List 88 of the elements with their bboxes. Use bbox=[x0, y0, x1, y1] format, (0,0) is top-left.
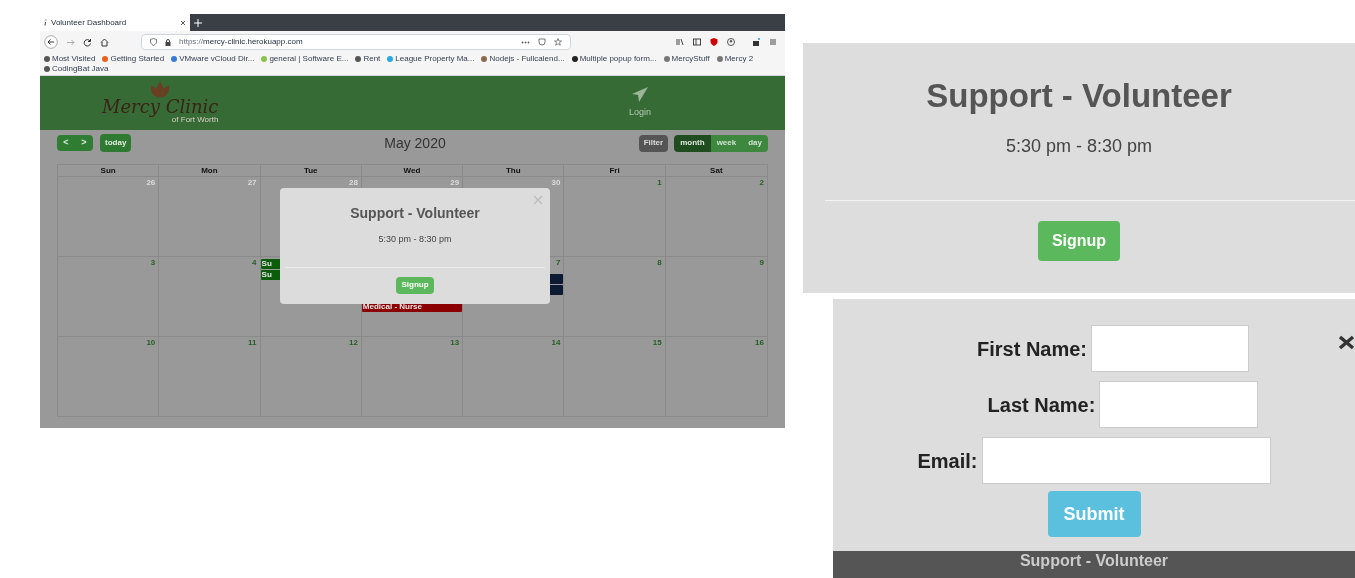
bookmark-icon bbox=[663, 56, 670, 62]
tab-title: Volunteer Dashboard bbox=[51, 16, 128, 29]
bookmark-link[interactable]: VMware vCloud Dir... bbox=[179, 54, 255, 64]
popup-time: 5:30 pm - 8:30 pm bbox=[1005, 134, 1153, 158]
bookmark-icon bbox=[261, 56, 268, 62]
day-number: 7 bbox=[555, 257, 562, 268]
previous-button[interactable]: < bbox=[57, 135, 75, 151]
weekday-header: Thu bbox=[463, 165, 565, 176]
bookmark-icon bbox=[481, 56, 488, 62]
close-icon[interactable] bbox=[180, 19, 186, 26]
day-number: 9 bbox=[759, 257, 765, 268]
day-number: 26 bbox=[146, 177, 157, 188]
day-number: 28 bbox=[348, 177, 359, 188]
star-icon[interactable] bbox=[554, 38, 562, 46]
day-number: 30 bbox=[551, 177, 562, 188]
close-icon[interactable] bbox=[1338, 335, 1355, 350]
bookmark-link[interactable]: Nodejs - Fullcalend... bbox=[489, 54, 565, 64]
bookmark-link[interactable]: Mercy 2 bbox=[724, 54, 754, 64]
bookmark-icon bbox=[355, 56, 362, 62]
today-button[interactable]: today bbox=[100, 134, 132, 152]
day-number: 27 bbox=[247, 177, 258, 188]
text-input[interactable] bbox=[981, 437, 1271, 484]
calendar-title: May 2020 bbox=[383, 133, 447, 153]
lock-icon bbox=[165, 38, 171, 46]
bookmark-link[interactable]: Most Visited bbox=[52, 54, 96, 64]
bookmark-link[interactable]: general | Software E... bbox=[269, 54, 349, 64]
bookmark-link[interactable]: Rent bbox=[363, 54, 381, 64]
bookmark-link[interactable]: League Property Ma... bbox=[395, 54, 475, 64]
sidebar-icon[interactable] bbox=[693, 38, 701, 46]
day-number: 29 bbox=[450, 177, 461, 188]
browser-tab[interactable]: Volunteer Dashboard bbox=[40, 14, 190, 31]
day-number: 4 bbox=[252, 257, 258, 268]
url-text: https://mercy-clinic.herokuapp.com bbox=[179, 36, 304, 48]
popup-title: Support - Volunteer bbox=[926, 76, 1232, 116]
address-bar[interactable]: https://mercy-clinic.herokuapp.com bbox=[141, 34, 571, 50]
popup-title: Support - Volunteer bbox=[1019, 551, 1169, 571]
day-number: 8 bbox=[657, 257, 663, 268]
bookmark-link[interactable]: Getting Started bbox=[110, 54, 165, 64]
info-icon bbox=[44, 19, 47, 26]
shield-icon bbox=[150, 38, 157, 46]
reload-icon[interactable] bbox=[83, 37, 92, 47]
day-number: 15 bbox=[652, 337, 663, 348]
field-label: Last Name: bbox=[987, 392, 1096, 418]
text-input[interactable] bbox=[1099, 381, 1259, 428]
weekday-header: Mon bbox=[159, 165, 261, 176]
day-number: 1 bbox=[657, 177, 663, 188]
day-number: 11 bbox=[248, 337, 258, 348]
bookmark-icon bbox=[171, 56, 178, 62]
bookmark-link[interactable]: CodingBat Java bbox=[52, 64, 109, 74]
day-number: 10 bbox=[146, 337, 157, 348]
field-label: Email: bbox=[917, 448, 978, 474]
back-icon[interactable] bbox=[44, 35, 58, 49]
next-button[interactable]: > bbox=[75, 135, 93, 151]
bookmark-icon bbox=[716, 56, 723, 62]
day-number: 14 bbox=[551, 337, 562, 348]
paper-plane-icon[interactable] bbox=[632, 86, 648, 102]
login-link[interactable]: Login bbox=[628, 105, 651, 120]
home-icon[interactable] bbox=[100, 37, 109, 47]
logo-subtitle: of Fort Worth bbox=[171, 116, 219, 124]
more-icon[interactable] bbox=[521, 40, 530, 44]
bookmark-link[interactable]: MercyStuff bbox=[671, 54, 710, 64]
bookmark-icon bbox=[387, 56, 394, 62]
bookmark-link[interactable]: Multiple popup form... bbox=[579, 54, 657, 64]
day-number: 13 bbox=[450, 337, 461, 348]
new-tab-icon[interactable] bbox=[194, 18, 202, 27]
gift-icon[interactable] bbox=[752, 38, 760, 46]
weekday-header: Sun bbox=[58, 165, 160, 176]
popup-title: Support - Volunteer bbox=[350, 204, 480, 223]
bookmark-icon bbox=[102, 56, 109, 62]
bookmark-icon bbox=[571, 56, 578, 62]
day-number: 12 bbox=[348, 337, 359, 348]
weekday-header: Sat bbox=[709, 165, 724, 176]
popup-time: 5:30 pm - 8:30 pm bbox=[378, 233, 452, 246]
weekday-header: Tue bbox=[260, 165, 362, 176]
day-number: 16 bbox=[755, 337, 765, 348]
weekday-header: Fri bbox=[564, 165, 666, 176]
pocket-icon[interactable] bbox=[538, 38, 546, 46]
filter-button[interactable]: Filter bbox=[638, 134, 669, 152]
weekday-header: Wed bbox=[361, 165, 464, 176]
day-number: 3 bbox=[150, 257, 157, 268]
logo-title: Mercy Clinic bbox=[102, 98, 219, 116]
field-label: First Name: bbox=[977, 336, 1087, 362]
shield-icon[interactable] bbox=[710, 38, 718, 46]
account-icon[interactable] bbox=[727, 38, 735, 46]
text-input[interactable] bbox=[1091, 325, 1249, 372]
library-icon[interactable] bbox=[676, 38, 684, 46]
view-tab[interactable]: month bbox=[674, 134, 711, 152]
day-number: 2 bbox=[759, 177, 765, 188]
